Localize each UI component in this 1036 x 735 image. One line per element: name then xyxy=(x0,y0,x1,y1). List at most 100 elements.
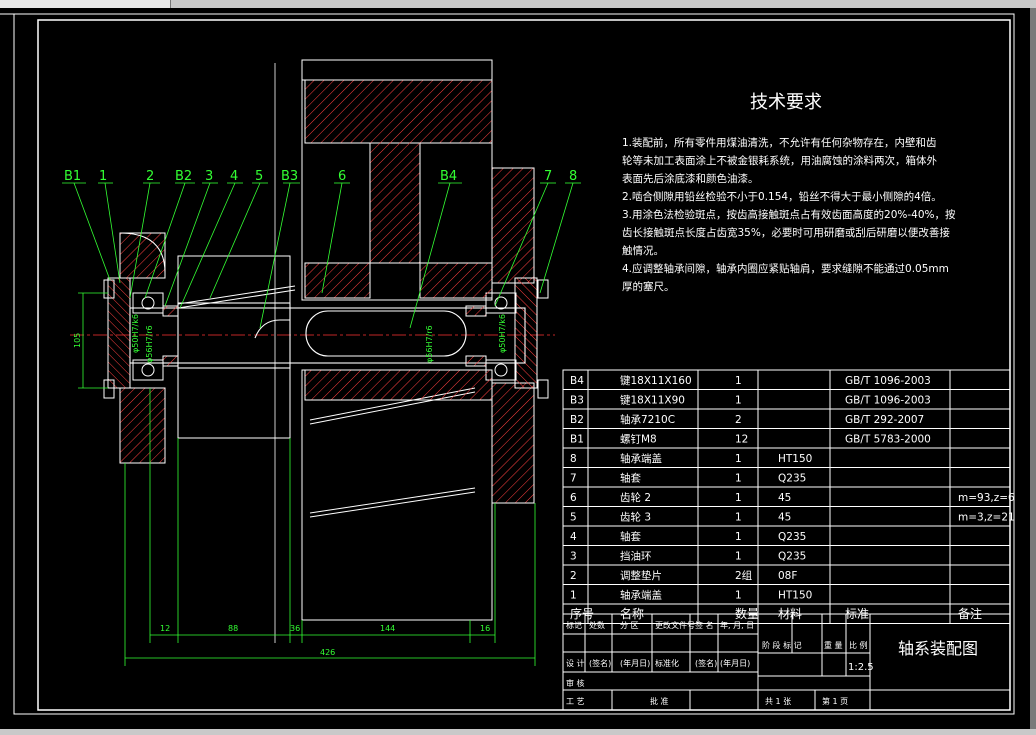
tb-sign: 签 名 xyxy=(695,620,714,630)
bom-cell-qty: 1 xyxy=(735,512,742,524)
technical-requirements: 技术要求 1.装配前，所有零件用煤油清洗，不允许有任何杂物存在，内壁和齿 轮等未… xyxy=(622,92,956,293)
callout-b4: B4 xyxy=(440,169,457,184)
bom-cell-qty: 1 xyxy=(735,551,742,563)
tb-process: 工 艺 xyxy=(566,697,585,706)
bom-cell-qty: 1 xyxy=(735,531,742,543)
bom-cell-mat: 08F xyxy=(778,570,797,582)
tb-design-sign: (签名) xyxy=(589,658,611,668)
tech-line: 表面先后涂底漆和颜色油漆。 xyxy=(622,172,759,185)
bom-cell-name: 齿轮 2 xyxy=(620,491,651,504)
tech-line: 触情况。 xyxy=(622,244,664,257)
window-tab-fragment[interactable] xyxy=(0,0,171,8)
tb-date: 年, 月, 日 xyxy=(720,620,754,630)
bom-cell-no: 4 xyxy=(570,531,577,543)
bom-cell-qty: 1 xyxy=(735,473,742,485)
tb-scale-label: 比 例 xyxy=(849,640,868,650)
status-bar xyxy=(0,729,1036,735)
bom-cell-std: GB/T 5783-2000 xyxy=(845,434,931,446)
tb-weight: 重 量 xyxy=(824,640,843,650)
bom-cell-mat: Q235 xyxy=(778,531,806,543)
bom-cell-mat: HT150 xyxy=(778,453,812,465)
bom-cell-qty: 2 xyxy=(735,414,742,426)
bom-cell-qty: 1 xyxy=(735,453,742,465)
tb-review: 审 核 xyxy=(566,678,585,688)
tech-line: 轮等未加工表面涂上不被金银耗系统，用油腐蚀的涂料两次，箱体外 xyxy=(622,154,937,167)
cad-drawing-canvas[interactable]: B1 1 2 B2 3 4 5 B3 6 B4 7 8 12 88 36 144… xyxy=(0,8,1030,729)
tech-line: 2.啮合侧隙用铅丝检验不小于0.154，铅丝不得大于最小侧隙的4倍。 xyxy=(622,190,942,203)
callout-3: 3 xyxy=(205,169,213,184)
bom-cell-name: 轴承端盖 xyxy=(620,589,662,602)
fit-2: φ56H7/r6 xyxy=(145,325,154,363)
dim-105: 105 xyxy=(73,333,82,348)
bom-cell-name: 挡油环 xyxy=(620,550,652,563)
bom-cell-qty: 1 xyxy=(735,590,742,602)
tb-std-date: (年月日) xyxy=(720,658,750,668)
callout-b2: B2 xyxy=(175,169,192,184)
tb-standard: 标准化 xyxy=(655,658,679,668)
tb-drawing-name: 轴系装配图 xyxy=(898,639,978,658)
tb-design-date: (年月日) xyxy=(620,658,650,668)
tb-stage: 阶 段 标 记 xyxy=(762,640,802,650)
callout-b1: B1 xyxy=(64,169,81,184)
bom-cell-name: 键18X11X160 xyxy=(620,374,692,387)
bom-cell-mat: 45 xyxy=(778,512,791,524)
bom-cell-no: 6 xyxy=(570,492,577,504)
bom-cell-mat: 45 xyxy=(778,492,791,504)
tech-line: 4.应调整轴承间隙，轴承内圈应紧贴轴肩，要求缝隙不能通过0.05mm xyxy=(622,262,949,275)
tb-approve: 批 准 xyxy=(650,696,669,706)
callout-6: 6 xyxy=(338,169,346,184)
callout-4: 4 xyxy=(230,169,238,184)
bom-cell-note: m=93,z=6 xyxy=(958,492,1015,504)
bom-cell-mat: Q235 xyxy=(778,473,806,485)
dim-16: 16 xyxy=(480,624,490,633)
bill-of-materials: B4 键18X11X160 1 GB/T 1096-2003 B3 键18X11X90 1 G… xyxy=(562,369,1015,624)
bom-cell-no: B1 xyxy=(570,434,584,446)
tb-std-sign: (签名) xyxy=(695,658,717,668)
bom-cell-name: 齿轮 3 xyxy=(620,511,651,524)
tb-design: 设 计 xyxy=(566,658,585,668)
bom-cell-name: 轴套 xyxy=(620,472,641,485)
callout-7: 7 xyxy=(544,169,552,184)
tb-scale: 1:2.5 xyxy=(848,662,874,673)
fit-3: φ56H7/r6 xyxy=(425,325,434,363)
tb-zone: 分 区 xyxy=(620,621,639,630)
tech-lines: 1.装配前，所有零件用煤油清洗，不允许有任何杂物存在，内壁和齿 轮等未加工表面涂… xyxy=(622,136,956,293)
bom-cell-no: 5 xyxy=(570,512,577,524)
callout-b3: B3 xyxy=(281,169,298,184)
bom-cell-no: B3 xyxy=(570,395,584,407)
tech-line: 3.用涂色法检验斑点，按齿高接触斑点占有效齿面高度的20%-40%，按 xyxy=(622,208,956,221)
tech-title: 技术要求 xyxy=(750,92,822,113)
callout-1: 1 xyxy=(99,169,107,184)
tech-line: 齿长接触斑点长度占齿宽35%，必要时可用研磨或刮后研磨以便改善接 xyxy=(622,226,950,239)
bom-cell-qty: 12 xyxy=(735,434,748,446)
tb-docno: 更改文件号 xyxy=(655,620,695,630)
bom-cell-no: B2 xyxy=(570,414,584,426)
vertical-scrollbar[interactable] xyxy=(1030,8,1036,729)
bom-cell-name: 轴承端盖 xyxy=(620,452,662,465)
bom-cell-no: 2 xyxy=(570,570,577,582)
dim-88: 88 xyxy=(228,624,238,633)
dim-144: 144 xyxy=(380,624,395,633)
bom-cell-name: 调整垫片 xyxy=(620,569,662,582)
bom-cell-no: 1 xyxy=(570,590,577,602)
bom-cell-note: m=3,z=21 xyxy=(958,512,1015,524)
bom-cell-mat: Q235 xyxy=(778,551,806,563)
window-top-bar xyxy=(0,0,1036,8)
tb-mark: 标记 xyxy=(566,620,582,630)
bom-cell-std: GB/T 1096-2003 xyxy=(845,375,931,387)
shaft-assembly xyxy=(70,59,555,643)
fit-4: φ50H7/k6 xyxy=(498,314,507,353)
tb-count: 处数 xyxy=(589,620,605,630)
tb-sheet-no: 第 1 页 xyxy=(822,696,848,706)
dim-12: 12 xyxy=(160,624,170,633)
bom-cell-name: 轴承7210C xyxy=(620,413,675,426)
dim-426: 426 xyxy=(320,648,335,657)
dim-36: 36 xyxy=(290,624,300,633)
bom-cell-qty: 1 xyxy=(735,395,742,407)
bom-cell-no: 8 xyxy=(570,453,577,465)
bom-cell-name: 轴套 xyxy=(620,530,641,543)
bom-cell-qty: 1 xyxy=(735,375,742,387)
bom-cell-qty: 1 xyxy=(735,492,742,504)
bom-cell-no: 3 xyxy=(570,551,577,563)
callout-8: 8 xyxy=(569,169,577,184)
